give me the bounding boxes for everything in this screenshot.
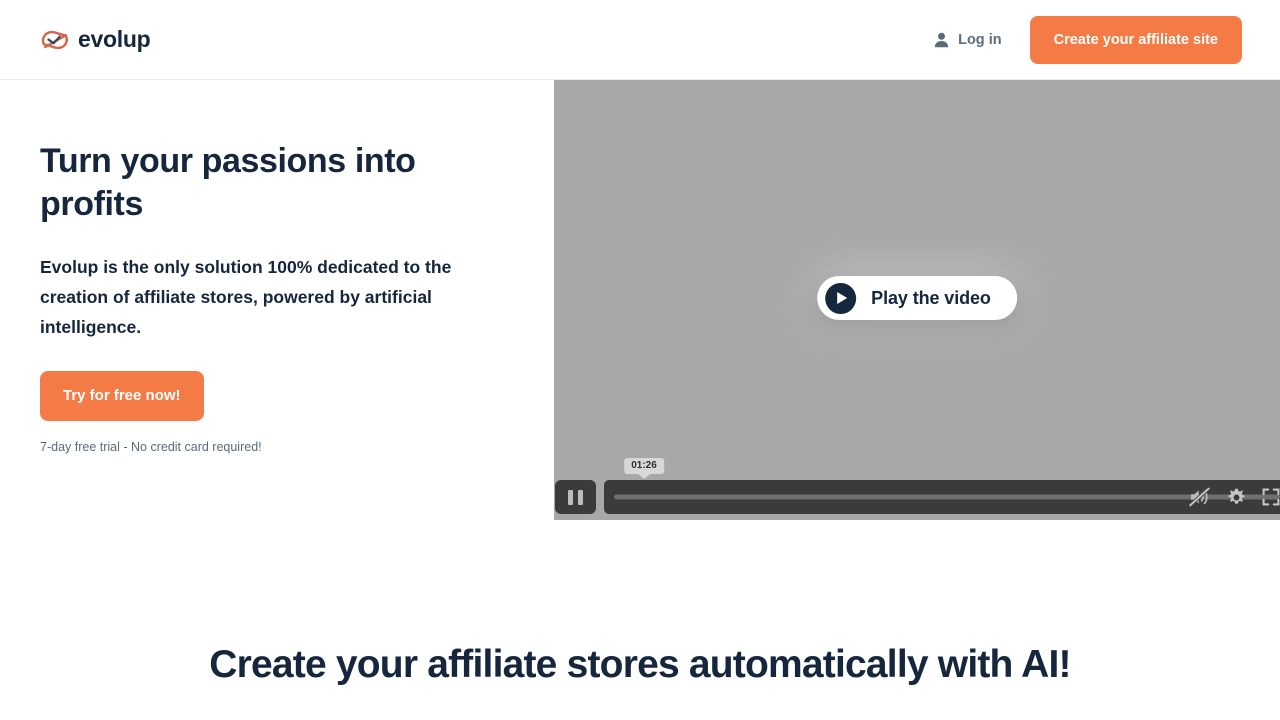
play-video-label: Play the video	[871, 287, 991, 308]
fullscreen-icon[interactable]	[1262, 488, 1280, 506]
create-affiliate-site-button[interactable]: Create your affiliate site	[1029, 15, 1242, 64]
trial-note: 7-day free trial - No credit card requir…	[40, 439, 262, 454]
video-controls-right	[1189, 480, 1280, 514]
try-for-free-button[interactable]: Try for free now!	[40, 370, 204, 421]
brand-logo[interactable]: evolup	[40, 26, 151, 54]
volume-muted-icon[interactable]	[1189, 487, 1211, 507]
site-header: evolup Log in Create your affiliate site	[0, 0, 1280, 80]
hero-content: Turn your passions into profits Evolup i…	[40, 140, 510, 454]
pause-button[interactable]	[555, 480, 596, 514]
header-actions: Log in Create your affiliate site	[930, 15, 1242, 64]
progress-track	[614, 494, 1280, 500]
hero-title: Turn your passions into profits	[40, 142, 416, 223]
video-controls: 01:26	[554, 458, 1280, 520]
login-link[interactable]: Log in	[930, 26, 1006, 54]
hero-subtitle: Evolup is the only solution 100% dedicat…	[40, 256, 452, 337]
hero-video-player[interactable]: Play the video 01:26	[554, 80, 1280, 520]
section-heading: Create your affiliate stores automatical…	[209, 643, 1071, 686]
user-icon	[934, 32, 949, 48]
play-video-button[interactable]: Play the video	[817, 276, 1017, 320]
gear-icon[interactable]	[1227, 488, 1246, 507]
current-time-tooltip: 01:26	[624, 458, 664, 474]
landing-page: evolup Log in Create your affiliate site…	[0, 0, 1280, 720]
video-progress-bar[interactable]: 01:26	[604, 458, 1280, 514]
play-icon	[825, 282, 857, 314]
brand-name: evolup	[78, 26, 151, 52]
evolup-wave-logo-icon	[40, 26, 70, 54]
pause-icon	[568, 489, 573, 505]
login-label: Log in	[958, 31, 1002, 48]
